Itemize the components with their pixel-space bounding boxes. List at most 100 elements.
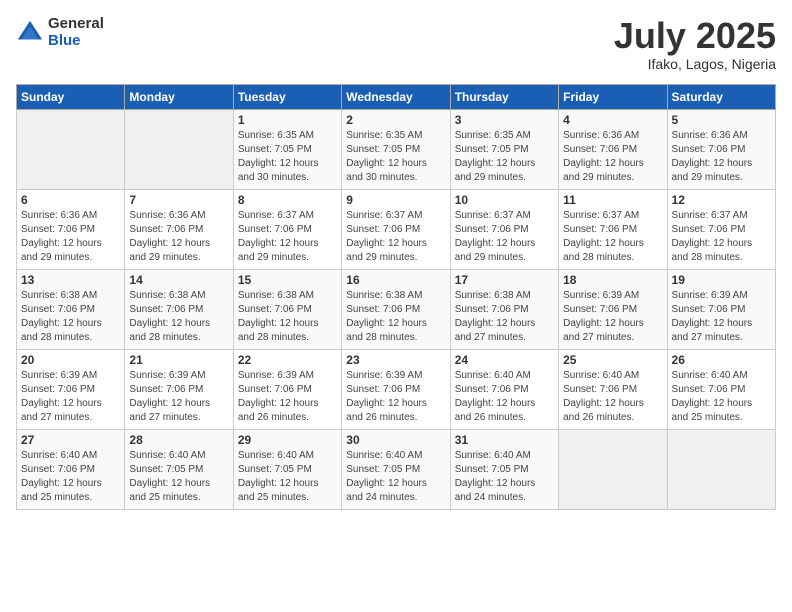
day-info: Sunrise: 6:35 AMSunset: 7:05 PMDaylight:…: [238, 129, 337, 185]
weekday-header: Thursday: [450, 84, 558, 109]
calendar-cell: 27 Sunrise: 6:40 AMSunset: 7:06 PMDayligh…: [17, 429, 125, 509]
calendar-cell: [17, 109, 125, 189]
day-number: 17: [455, 273, 554, 287]
day-number: 8: [238, 193, 337, 207]
day-number: 2: [346, 113, 445, 127]
weekday-header: Tuesday: [233, 84, 341, 109]
day-number: 21: [129, 353, 228, 367]
day-number: 20: [21, 353, 120, 367]
calendar-cell: 22Sunrise: 6:39 AMSunset: 7:06 PMDayligh…: [233, 349, 341, 429]
day-info: Sunrise: 6:40 AMSunset: 7:06 PMDaylight:…: [21, 449, 120, 505]
calendar-table: SundayMondayTuesdayWednesdayThursdayFrid…: [16, 84, 776, 510]
weekday-header: Friday: [559, 84, 667, 109]
day-info: Sunrise: 6:40 AMSunset: 7:05 PMDaylight:…: [346, 449, 445, 505]
day-info: Sunrise: 6:38 AMSunset: 7:06 PMDaylight:…: [346, 289, 445, 345]
calendar-cell: 23Sunrise: 6:39 AMSunset: 7:06 PMDayligh…: [342, 349, 450, 429]
day-number: 19: [672, 273, 771, 287]
weekday-header: Saturday: [667, 84, 775, 109]
day-number: 30: [346, 433, 445, 447]
day-info: Sunrise: 6:36 AMSunset: 7:06 PMDaylight:…: [21, 209, 120, 265]
day-info: Sunrise: 6:38 AMSunset: 7:06 PMDaylight:…: [129, 289, 228, 345]
calendar-cell: 28 Sunrise: 6:40 AMSunset: 7:05 PMDayligh…: [125, 429, 233, 509]
calendar-cell: 5 Sunrise: 6:36 AMSunset: 7:06 PMDaylight…: [667, 109, 775, 189]
day-number: 16: [346, 273, 445, 287]
day-number: 28: [129, 433, 228, 447]
day-info: Sunrise: 6:40 AMSunset: 7:06 PMDaylight:…: [455, 369, 554, 425]
day-number: 13: [21, 273, 120, 287]
logo-blue-text: Blue: [48, 33, 104, 50]
day-number: 9: [346, 193, 445, 207]
calendar-cell: 18 Sunrise: 6:39 AMSunset: 7:06 PMDayligh…: [559, 269, 667, 349]
day-number: 26: [672, 353, 771, 367]
calendar-cell: 1 Sunrise: 6:35 AMSunset: 7:05 PMDaylight…: [233, 109, 341, 189]
calendar-cell: 7 Sunrise: 6:36 AMSunset: 7:06 PMDaylight…: [125, 189, 233, 269]
calendar-cell: 14 Sunrise: 6:38 AMSunset: 7:06 PMDayligh…: [125, 269, 233, 349]
day-info: Sunrise: 6:38 AMSunset: 7:06 PMDaylight:…: [21, 289, 120, 345]
day-info: Sunrise: 6:38 AMSunset: 7:06 PMDaylight:…: [238, 289, 337, 345]
month-title: July 2025: [614, 16, 776, 56]
day-number: 12: [672, 193, 771, 207]
day-number: 1: [238, 113, 337, 127]
calendar-cell: [125, 109, 233, 189]
day-number: 18: [563, 273, 662, 287]
day-info: Sunrise: 6:40 AMSunset: 7:05 PMDaylight:…: [455, 449, 554, 505]
calendar-cell: 29 Sunrise: 6:40 AMSunset: 7:05 PMDayligh…: [233, 429, 341, 509]
day-number: 5: [672, 113, 771, 127]
day-info: Sunrise: 6:40 AMSunset: 7:05 PMDaylight:…: [238, 449, 337, 505]
calendar-cell: 17Sunrise: 6:38 AMSunset: 7:06 PMDayligh…: [450, 269, 558, 349]
location-text: Ifako, Lagos, Nigeria: [614, 56, 776, 72]
day-number: 7: [129, 193, 228, 207]
calendar-cell: [559, 429, 667, 509]
calendar-cell: 8 Sunrise: 6:37 AMSunset: 7:06 PMDaylight…: [233, 189, 341, 269]
day-number: 27: [21, 433, 120, 447]
calendar-cell: 26Sunrise: 6:40 AMSunset: 7:06 PMDayligh…: [667, 349, 775, 429]
day-number: 15: [238, 273, 337, 287]
day-info: Sunrise: 6:35 AMSunset: 7:05 PMDaylight:…: [346, 129, 445, 185]
calendar-week-row: 1 Sunrise: 6:35 AMSunset: 7:05 PMDaylight…: [17, 109, 776, 189]
day-info: Sunrise: 6:36 AMSunset: 7:06 PMDaylight:…: [672, 129, 771, 185]
day-info: Sunrise: 6:36 AMSunset: 7:06 PMDaylight:…: [563, 129, 662, 185]
calendar-cell: 15 Sunrise: 6:38 AMSunset: 7:06 PMDayligh…: [233, 269, 341, 349]
day-number: 23: [346, 353, 445, 367]
day-number: 29: [238, 433, 337, 447]
day-number: 14: [129, 273, 228, 287]
day-number: 10: [455, 193, 554, 207]
day-info: Sunrise: 6:37 AMSunset: 7:06 PMDaylight:…: [238, 209, 337, 265]
calendar-week-row: 27 Sunrise: 6:40 AMSunset: 7:06 PMDayligh…: [17, 429, 776, 509]
day-info: Sunrise: 6:40 AMSunset: 7:06 PMDaylight:…: [563, 369, 662, 425]
logo-icon: [16, 19, 44, 47]
calendar-cell: 13 Sunrise: 6:38 AMSunset: 7:06 PMDayligh…: [17, 269, 125, 349]
weekday-header: Monday: [125, 84, 233, 109]
calendar-cell: 9Sunrise: 6:37 AMSunset: 7:06 PMDaylight…: [342, 189, 450, 269]
day-info: Sunrise: 6:36 AMSunset: 7:06 PMDaylight:…: [129, 209, 228, 265]
day-info: Sunrise: 6:37 AMSunset: 7:06 PMDaylight:…: [455, 209, 554, 265]
day-number: 31: [455, 433, 554, 447]
calendar-cell: 24 Sunrise: 6:40 AMSunset: 7:06 PMDayligh…: [450, 349, 558, 429]
day-number: 4: [563, 113, 662, 127]
calendar-cell: 4 Sunrise: 6:36 AMSunset: 7:06 PMDaylight…: [559, 109, 667, 189]
day-number: 6: [21, 193, 120, 207]
calendar-cell: 30 Sunrise: 6:40 AMSunset: 7:05 PMDayligh…: [342, 429, 450, 509]
day-info: Sunrise: 6:35 AMSunset: 7:05 PMDaylight:…: [455, 129, 554, 185]
day-info: Sunrise: 6:37 AMSunset: 7:06 PMDaylight:…: [563, 209, 662, 265]
logo-general-text: General: [48, 16, 104, 33]
day-number: 11: [563, 193, 662, 207]
day-info: Sunrise: 6:40 AMSunset: 7:05 PMDaylight:…: [129, 449, 228, 505]
calendar-cell: 21 Sunrise: 6:39 AMSunset: 7:06 PMDayligh…: [125, 349, 233, 429]
day-info: Sunrise: 6:39 AMSunset: 7:06 PMDaylight:…: [129, 369, 228, 425]
calendar-cell: 10 Sunrise: 6:37 AMSunset: 7:06 PMDayligh…: [450, 189, 558, 269]
calendar-cell: 31 Sunrise: 6:40 AMSunset: 7:05 PMDayligh…: [450, 429, 558, 509]
calendar-week-row: 13 Sunrise: 6:38 AMSunset: 7:06 PMDayligh…: [17, 269, 776, 349]
day-number: 24: [455, 353, 554, 367]
day-number: 25: [563, 353, 662, 367]
weekday-header: Sunday: [17, 84, 125, 109]
calendar-cell: 12 Sunrise: 6:37 AMSunset: 7:06 PMDayligh…: [667, 189, 775, 269]
day-info: Sunrise: 6:39 AMSunset: 7:06 PMDaylight:…: [672, 289, 771, 345]
day-info: Sunrise: 6:37 AMSunset: 7:06 PMDaylight:…: [672, 209, 771, 265]
calendar-cell: 16 Sunrise: 6:38 AMSunset: 7:06 PMDayligh…: [342, 269, 450, 349]
logo: General Blue: [16, 16, 104, 49]
weekday-header-row: SundayMondayTuesdayWednesdayThursdayFrid…: [17, 84, 776, 109]
page-header: General Blue July 2025 Ifako, Lagos, Nig…: [16, 16, 776, 72]
day-info: Sunrise: 6:39 AMSunset: 7:06 PMDaylight:…: [563, 289, 662, 345]
day-info: Sunrise: 6:39 AMSunset: 7:06 PMDaylight:…: [21, 369, 120, 425]
